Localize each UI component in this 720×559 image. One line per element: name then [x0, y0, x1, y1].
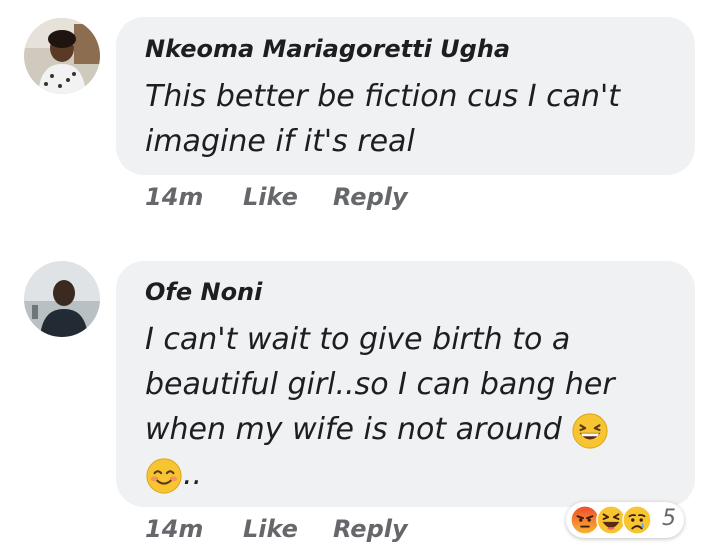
grinning-squinting-face-icon: [571, 412, 609, 450]
comment-time[interactable]: 14m: [145, 515, 203, 543]
comment-text-line: when my wife is not around: [145, 412, 562, 447]
comment-author[interactable]: Nkeoma Mariagoretti Ugha: [145, 35, 510, 63]
sad-reaction-icon: [622, 505, 652, 535]
reply-button[interactable]: Reply: [333, 183, 408, 211]
comment-text: This better be fiction cus I can't imagin…: [145, 74, 620, 164]
reply-button[interactable]: Reply: [333, 515, 408, 543]
comment-bubble: Ofe Noni I can't wait to give birth to a…: [116, 261, 695, 507]
comment-text-line: This better be fiction cus I can't: [145, 79, 621, 114]
avatar[interactable]: [24, 18, 100, 94]
comment-bubble: Nkeoma Mariagoretti Ugha This better be …: [116, 17, 695, 175]
comment-author[interactable]: Ofe Noni: [145, 278, 262, 306]
like-button[interactable]: Like: [243, 183, 298, 211]
reaction-summary[interactable]: 5: [566, 502, 684, 538]
smiling-face-with-smiling-eyes-icon: [145, 457, 183, 495]
like-button[interactable]: Like: [243, 515, 298, 543]
comment-text: I can't wait to give birth to a beautiful…: [145, 317, 615, 497]
comment-text-line: imagine if it's real: [145, 124, 415, 159]
comment-time[interactable]: 14m: [145, 183, 203, 211]
reaction-count: 5: [662, 506, 676, 531]
comment-text-line: I can't wait to give birth to a: [145, 322, 571, 357]
profile-photo-woman-icon: [24, 18, 100, 94]
comment-text-line: ..: [183, 457, 203, 492]
avatar[interactable]: [24, 261, 100, 337]
comment-text-line: beautiful girl..so I can bang her: [145, 367, 615, 402]
profile-photo-man-icon: [24, 261, 100, 337]
